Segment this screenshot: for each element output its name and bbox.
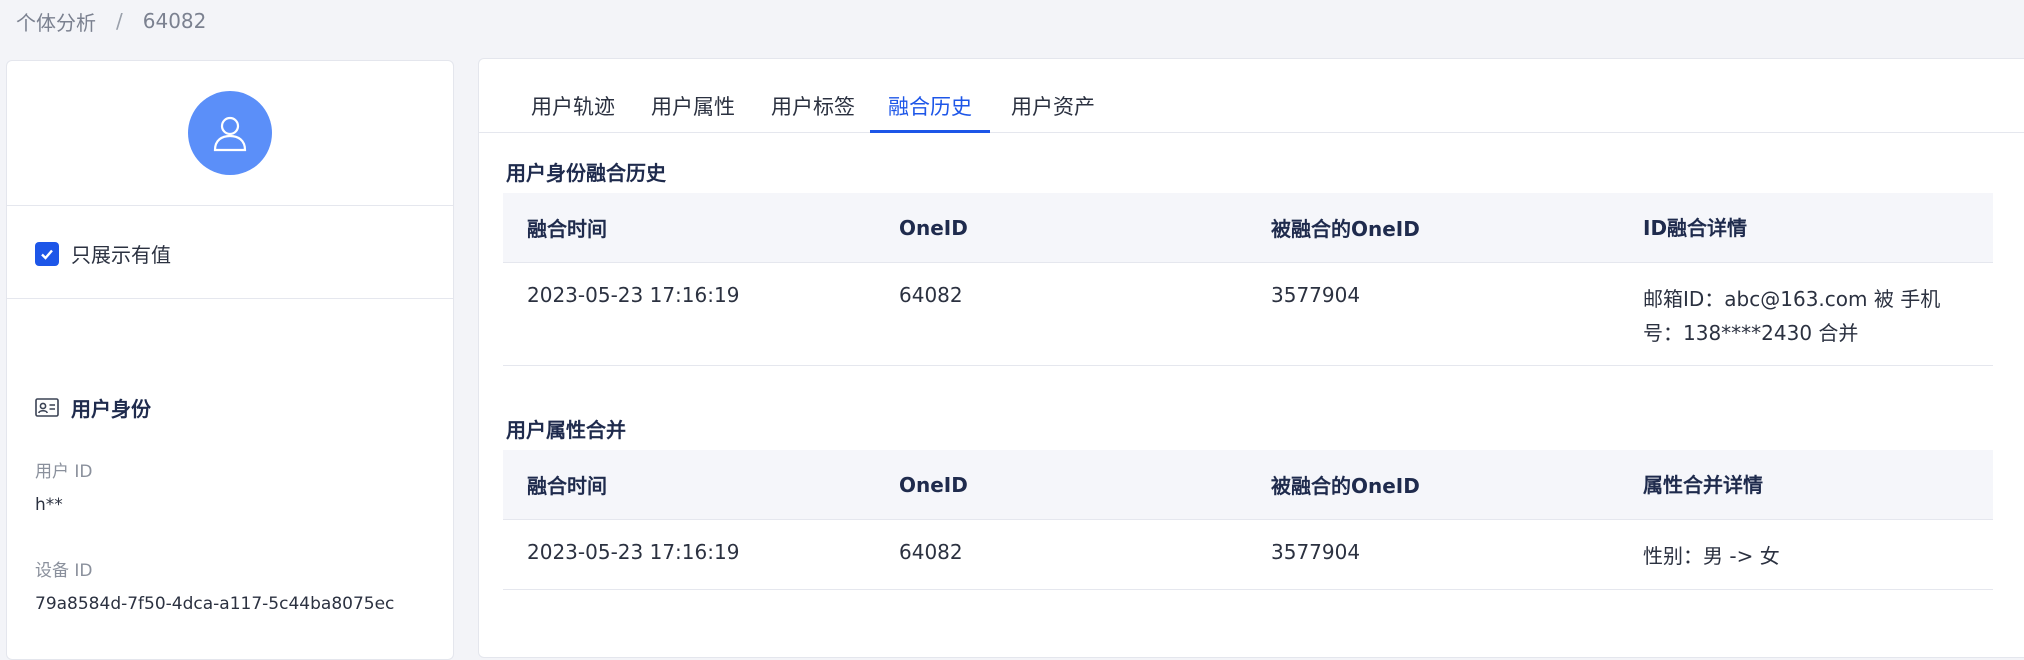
tab-user-assets[interactable]: 用户资产 bbox=[1007, 91, 1099, 133]
table-row: 2023-05-23 17:16:19 64082 3577904 邮箱ID：a… bbox=[503, 263, 1993, 366]
identity-merge-title: 用户身份融合历史 bbox=[506, 161, 666, 185]
column-header: 属性合并详情 bbox=[1643, 472, 1763, 497]
breadcrumb: 个体分析 / 64082 bbox=[16, 7, 207, 36]
breadcrumb-root[interactable]: 个体分析 bbox=[16, 7, 96, 36]
device-id-value: 79a8584d-7f50-4dca-a117-5c44ba8075ec bbox=[35, 594, 395, 614]
avatar bbox=[188, 91, 272, 175]
identity-section-header: 用户身份 bbox=[35, 393, 151, 422]
check-icon bbox=[41, 249, 53, 260]
show-nonempty-label: 只展示有值 bbox=[71, 243, 171, 267]
table-row: 2023-05-23 17:16:19 64082 3577904 性别：男 -… bbox=[503, 520, 1993, 590]
breadcrumb-separator: / bbox=[116, 9, 123, 33]
column-header: 被融合的OneID bbox=[1271, 474, 1420, 498]
table-cell: 64082 bbox=[899, 283, 963, 307]
column-header: 融合时间 bbox=[527, 474, 607, 498]
divider bbox=[7, 205, 453, 206]
table-cell: 邮箱ID：abc@163.com 被 手机号：138****2430 合并 bbox=[1643, 287, 1941, 345]
attribute-merge-table: 融合时间 OneID 被融合的OneID 属性合并详情 2023-05-23 1… bbox=[503, 450, 1993, 590]
table-header: 融合时间 OneID 被融合的OneID ID融合详情 bbox=[503, 193, 1993, 263]
user-id-label: 用户 ID bbox=[35, 462, 93, 482]
table-cell: 性别：男 -> 女 bbox=[1643, 544, 1780, 568]
user-icon bbox=[213, 116, 247, 152]
table-cell: 2023-05-23 17:16:19 bbox=[527, 283, 740, 307]
table-cell: 64082 bbox=[899, 540, 963, 564]
tab-merge-history[interactable]: 融合历史 bbox=[870, 91, 990, 133]
divider bbox=[7, 298, 453, 299]
tab-user-trajectory[interactable]: 用户轨迹 bbox=[527, 91, 619, 133]
device-id-label: 设备 ID bbox=[35, 561, 93, 581]
column-header: OneID bbox=[899, 215, 968, 240]
table-cell: 3577904 bbox=[1271, 540, 1361, 564]
table-header: 融合时间 OneID 被融合的OneID 属性合并详情 bbox=[503, 450, 1993, 520]
table-cell: 3577904 bbox=[1271, 283, 1361, 307]
attribute-merge-title: 用户属性合并 bbox=[506, 418, 626, 442]
column-header: 被融合的OneID bbox=[1271, 217, 1420, 241]
show-nonempty-checkbox[interactable] bbox=[35, 241, 59, 266]
user-id-value: h** bbox=[35, 495, 63, 515]
id-card-icon bbox=[35, 397, 59, 418]
breadcrumb-current: 64082 bbox=[142, 9, 207, 33]
column-header: OneID bbox=[899, 472, 968, 497]
identity-merge-table: 融合时间 OneID 被融合的OneID ID融合详情 2023-05-23 1… bbox=[503, 193, 1993, 366]
show-nonempty-toggle[interactable]: 只展示有值 bbox=[35, 239, 171, 268]
tab-bar: 用户轨迹 用户属性 用户标签 融合历史 用户资产 bbox=[479, 59, 2024, 133]
tab-user-attributes[interactable]: 用户属性 bbox=[647, 91, 739, 133]
identity-section-title: 用户身份 bbox=[71, 397, 151, 421]
profile-card: 只展示有值 用户身份 用户 ID h** 设备 ID 79a8584d-7f50… bbox=[6, 60, 454, 660]
table-cell: 2023-05-23 17:16:19 bbox=[527, 540, 740, 564]
tab-user-tags[interactable]: 用户标签 bbox=[767, 91, 859, 133]
main-content-card: 用户轨迹 用户属性 用户标签 融合历史 用户资产 用户身份融合历史 融合时间 O… bbox=[478, 58, 2024, 658]
column-header: 融合时间 bbox=[527, 217, 607, 241]
column-header: ID融合详情 bbox=[1643, 215, 1748, 240]
